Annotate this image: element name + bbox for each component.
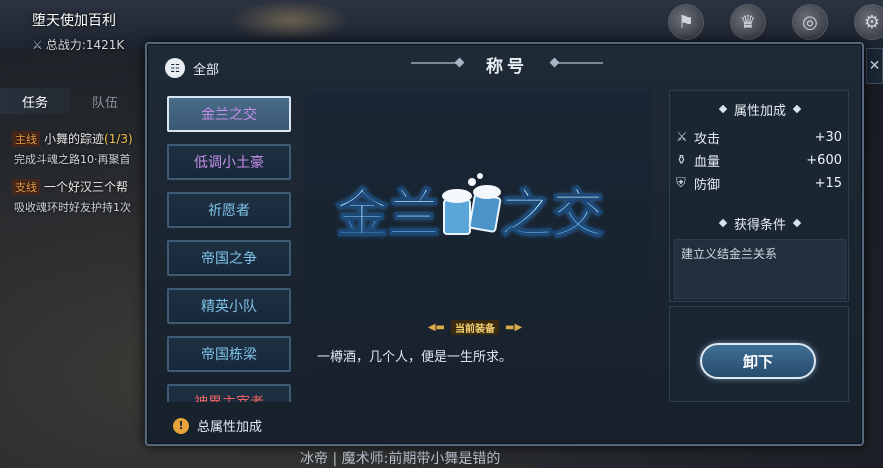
- close-icon[interactable]: ✕: [866, 48, 883, 84]
- quest-main[interactable]: 主线 小舞的踪迹(1/3): [12, 130, 133, 147]
- filter-icon: ☷: [165, 58, 185, 78]
- settings-icon[interactable]: ⚙: [854, 4, 883, 40]
- attr-row-attack: ⚔ 攻击 +30: [676, 127, 842, 147]
- shield-icon: ⛨: [676, 175, 686, 191]
- quest-progress: (1/3): [104, 132, 133, 146]
- crossed-swords-icon: ⚔: [32, 38, 43, 52]
- titles-panel: ☷ 全部 称号 金兰之交 低调小土豪 祈愿者 帝国之争 精英小队 帝国栋梁 神界…: [145, 42, 864, 446]
- potion-icon: ⚱: [676, 152, 687, 168]
- activity-icon[interactable]: ⚑: [668, 4, 704, 40]
- total-power: ⚔ 总战力:1421K: [32, 36, 124, 53]
- title-list[interactable]: 金兰之交 低调小土豪 祈愿者 帝国之争 精英小队 帝国栋梁 神界主宰者: [165, 90, 295, 402]
- attr-value: +30: [814, 129, 842, 145]
- quest-main-desc: 完成斗魂之路10·再聚首: [14, 153, 131, 166]
- info-icon: !: [173, 417, 189, 434]
- attributes-box: 属性加成 ⚔ 攻击 +30 ⚱ 血量 +600 ⛨ 防御 +15 获得条件 建立…: [669, 90, 849, 302]
- sword-icon: ⚔: [676, 129, 688, 145]
- attr-name: 防御: [694, 177, 721, 193]
- condition-text: 建立义结金兰关系: [674, 239, 846, 299]
- left-tabs: 任务 队伍: [0, 88, 145, 114]
- title-description: 一樽酒，几个人，便是一生所求。: [317, 350, 513, 365]
- tab-team[interactable]: 队伍: [70, 88, 140, 114]
- title-item-diguozhizheng[interactable]: 帝国之争: [167, 240, 291, 276]
- top-right-menu: ⚑ ♛ ◎ ⚙: [668, 4, 883, 40]
- logo-text-right: 之交: [500, 184, 604, 245]
- globe-icon[interactable]: ◎: [792, 4, 828, 40]
- action-area: 卸下: [669, 306, 849, 402]
- beer-mugs-icon: [442, 173, 502, 235]
- title-ornament-left: [411, 62, 461, 64]
- diamond-icon: [718, 104, 728, 114]
- attr-row-defense: ⛨ 防御 +15: [676, 173, 842, 193]
- total-attribute-bonus[interactable]: ! 总属性加成: [173, 416, 262, 435]
- attr-value: +600: [806, 152, 842, 168]
- diamond-icon: [792, 104, 802, 114]
- title-ornament-right: [553, 62, 603, 64]
- attr-name: 攻击: [694, 131, 721, 147]
- attr-row-hp: ⚱ 血量 +600: [676, 150, 842, 170]
- quest-side[interactable]: 支线 一个好汉三个帮: [12, 178, 128, 195]
- panel-title: 称号: [486, 57, 528, 77]
- title-logo: 金兰 之交: [334, 173, 605, 246]
- diamond-icon: [792, 218, 802, 228]
- tab-tasks[interactable]: 任务: [0, 88, 70, 114]
- unequip-button[interactable]: 卸下: [700, 343, 816, 379]
- badge-arrow-right-icon: ▬▶: [505, 321, 523, 333]
- title-item-qiyuanzhe[interactable]: 祈愿者: [167, 192, 291, 228]
- scene-lamp-glow: [230, 0, 350, 40]
- title-item-jinlanzhijiao[interactable]: 金兰之交: [167, 96, 291, 132]
- attr-value: +15: [814, 175, 842, 191]
- quest-title: 小舞的踪迹: [44, 132, 105, 146]
- attributes-header-label: 属性加成: [733, 103, 786, 119]
- badge-arrow-left-icon: ◀▬: [427, 321, 445, 333]
- attributes-header: 属性加成: [670, 99, 850, 119]
- quest-title: 一个好汉三个帮: [44, 180, 129, 194]
- logo-text-left: 金兰: [335, 184, 440, 245]
- equipped-badge-text: 当前装备: [451, 319, 499, 335]
- quest-tag-side: 支线: [12, 179, 40, 195]
- power-label: 总战力:: [45, 38, 86, 52]
- attr-name: 血量: [694, 154, 721, 170]
- chat-line[interactable]: 冰帝 | 魔术师:前期带小舞是错的: [300, 448, 500, 468]
- total-attribute-label: 总属性加成: [197, 420, 263, 435]
- condition-header-label: 获得条件: [733, 217, 786, 233]
- title-item-didiaoxiaotuhao[interactable]: 低调小土豪: [167, 144, 291, 180]
- title-item-shenjiezhuzaizhe[interactable]: 神界主宰者: [167, 384, 291, 402]
- trophy-icon[interactable]: ♛: [730, 4, 766, 40]
- player-name: 堕天使加百利: [32, 13, 116, 29]
- title-item-jingyingxiaodui[interactable]: 精英小队: [167, 288, 291, 324]
- quest-tag-main: 主线: [12, 131, 40, 147]
- condition-header: 获得条件: [670, 213, 850, 233]
- title-item-diguodongliang[interactable]: 帝国栋梁: [167, 336, 291, 372]
- power-value: 1421K: [85, 38, 125, 52]
- equipped-badge: ◀▬ 当前装备 ▬▶: [425, 319, 525, 335]
- diamond-icon: [718, 218, 728, 228]
- filter-label: 全部: [193, 62, 220, 78]
- quest-side-desc: 吸收魂环时好友护持1次: [14, 201, 131, 214]
- filter-dropdown[interactable]: ☷ 全部: [165, 58, 219, 78]
